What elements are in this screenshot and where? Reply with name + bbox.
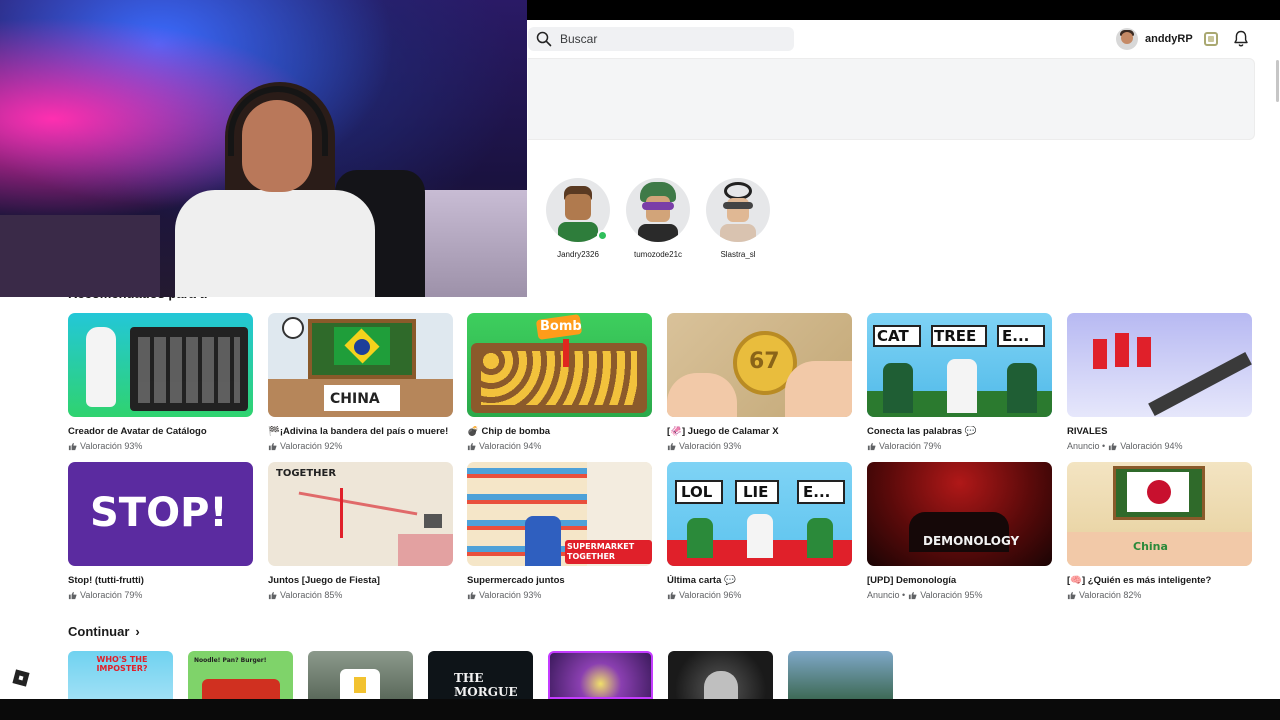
game-title: Juntos [Juego de Fiesta] [268, 575, 380, 586]
game-rating: Valoración 92% [268, 441, 453, 451]
game-title: Supermercado juntos [467, 575, 565, 586]
game-title: 💣 Chip de bomba [467, 426, 551, 437]
game-rating: Valoración 96% [667, 590, 852, 600]
game-rating: Valoración 79% [867, 441, 1052, 451]
game-card[interactable]: RIVALES Anuncio • Valoración 94% [1067, 313, 1252, 451]
ad-label: Anuncio • [867, 590, 906, 600]
continue-thumbnail[interactable]: THE MORGUE [428, 651, 533, 699]
game-rating: Anuncio • Valoración 94% [1067, 441, 1183, 451]
ad-label: Anuncio • [1067, 441, 1106, 451]
game-rating: Valoración 82% [1067, 590, 1252, 600]
bottom-black-bar [0, 699, 1280, 720]
continue-thumbnail[interactable] [548, 651, 653, 699]
game-title: [UPD] Demonología [867, 575, 957, 586]
game-card[interactable]: STOP! Stop! (tutti-frutti) Valoración 79… [68, 462, 253, 600]
roblox-logo-icon [12, 669, 30, 687]
thumbs-up-icon [68, 442, 77, 450]
game-card[interactable]: SUPERMARKET TOGETHER Supermercado juntos… [467, 462, 652, 600]
game-thumbnail[interactable]: Bomb [467, 313, 652, 417]
game-card[interactable]: DEMONOLOGY [UPD] Demonología Anuncio • V… [867, 462, 1052, 600]
game-rating: Valoración 94% [467, 441, 652, 451]
game-thumbnail[interactable]: LOL LIE E... [667, 462, 852, 566]
friend-name: Slastra_sl [720, 250, 756, 259]
search-placeholder: Buscar [560, 32, 598, 46]
game-card[interactable]: CAT TREE E... Conecta las palabras 💬 Val… [867, 313, 1052, 451]
game-thumbnail[interactable]: SUPERMARKET TOGETHER [467, 462, 652, 566]
game-title: RIVALES [1067, 426, 1108, 437]
thumbs-up-icon [667, 591, 676, 599]
thumbs-up-icon [467, 442, 476, 450]
game-thumbnail[interactable]: STOP! [68, 462, 253, 566]
avatar[interactable] [1116, 28, 1138, 50]
thumbs-up-icon [867, 442, 876, 450]
friend-item[interactable]: Jandry2326 [543, 178, 613, 259]
thumbs-up-icon [268, 591, 277, 599]
friend-item[interactable]: Slastra_sl [703, 178, 773, 259]
game-card[interactable]: 67 [🦑] Juego de Calamar X Valoración 93% [667, 313, 852, 451]
continue-thumbnail[interactable] [788, 651, 893, 699]
game-rating: Valoración 85% [268, 590, 453, 600]
friend-item[interactable]: tumozode21c [623, 178, 693, 259]
friend-name: tumozode21c [633, 250, 683, 259]
bell-icon[interactable] [1233, 30, 1249, 48]
game-card[interactable]: TOGETHER Juntos [Juego de Fiesta] Valora… [268, 462, 453, 600]
game-card[interactable]: Creador de Avatar de Catálogo Valoración… [68, 313, 253, 451]
promo-banner[interactable] [528, 58, 1255, 140]
thumbs-up-icon [268, 442, 277, 450]
game-title: [🦑] Juego de Calamar X [667, 426, 779, 437]
game-card[interactable]: Bomb 💣 Chip de bomba Valoración 94% [467, 313, 652, 451]
game-thumbnail[interactable] [68, 313, 253, 417]
user-menu[interactable]: anddyRP [1116, 27, 1218, 51]
game-title: Conecta las palabras 💬 [867, 426, 977, 437]
thumbs-up-icon [909, 591, 917, 599]
thumbs-up-icon [1109, 442, 1117, 450]
game-thumbnail[interactable]: 67 [667, 313, 852, 417]
game-thumbnail[interactable]: CHINA [268, 313, 453, 417]
game-thumbnail[interactable]: DEMONOLOGY [867, 462, 1052, 566]
continue-thumbnail[interactable]: Noodle! Pan? Burger! [188, 651, 293, 699]
game-rating: Valoración 93% [467, 590, 652, 600]
thumbs-up-icon [467, 591, 476, 599]
continue-thumbnail[interactable] [668, 651, 773, 699]
game-thumbnail[interactable]: TOGETHER [268, 462, 453, 566]
game-title: Stop! (tutti-frutti) [68, 575, 144, 586]
game-card[interactable]: CHINA 🏁¡Adivina la bandera del país o mu… [268, 313, 453, 451]
chevron-right-icon: › [135, 624, 140, 639]
username[interactable]: anddyRP [1145, 33, 1193, 45]
screen: { "header": { "search_placeholder": "Bus… [0, 0, 1280, 720]
friend-name: Jandry2326 [557, 250, 599, 259]
thumbs-up-icon [667, 442, 676, 450]
game-title: [🧠] ¿Quién es más inteligente? [1067, 575, 1212, 586]
search-input[interactable]: Buscar [528, 27, 794, 51]
game-rating: Valoración 93% [68, 441, 253, 451]
game-thumbnail[interactable]: China [1067, 462, 1252, 566]
continue-thumbnail[interactable]: WHO'S THE IMPOSTER? [68, 651, 173, 699]
continue-thumbnail[interactable] [308, 651, 413, 699]
game-title: Creador de Avatar de Catálogo [68, 426, 207, 437]
friend-avatar [626, 178, 690, 242]
thumbs-up-icon [1067, 591, 1076, 599]
webcam-overlay [0, 0, 527, 297]
game-rating: Anuncio • Valoración 95% [867, 590, 983, 600]
game-thumbnail[interactable]: CAT TREE E... [867, 313, 1052, 417]
game-card[interactable]: LOL LIE E... Última carta 💬 Valoración 9… [667, 462, 852, 600]
game-title: Última carta 💬 [667, 575, 736, 586]
game-rating: Valoración 93% [667, 441, 852, 451]
game-title: 🏁¡Adivina la bandera del país o muere! [268, 426, 449, 437]
robux-icon[interactable] [1203, 32, 1218, 46]
search-icon [536, 31, 552, 47]
thumbs-up-icon [68, 591, 77, 599]
online-indicator [597, 230, 608, 241]
game-card[interactable]: China [🧠] ¿Quién es más inteligente? Val… [1067, 462, 1252, 600]
friend-avatar [706, 178, 770, 242]
game-thumbnail[interactable] [1067, 313, 1252, 417]
scrollbar[interactable] [1276, 60, 1279, 102]
game-rating: Valoración 79% [68, 590, 253, 600]
section-title-continue[interactable]: Continuar › [68, 624, 140, 639]
